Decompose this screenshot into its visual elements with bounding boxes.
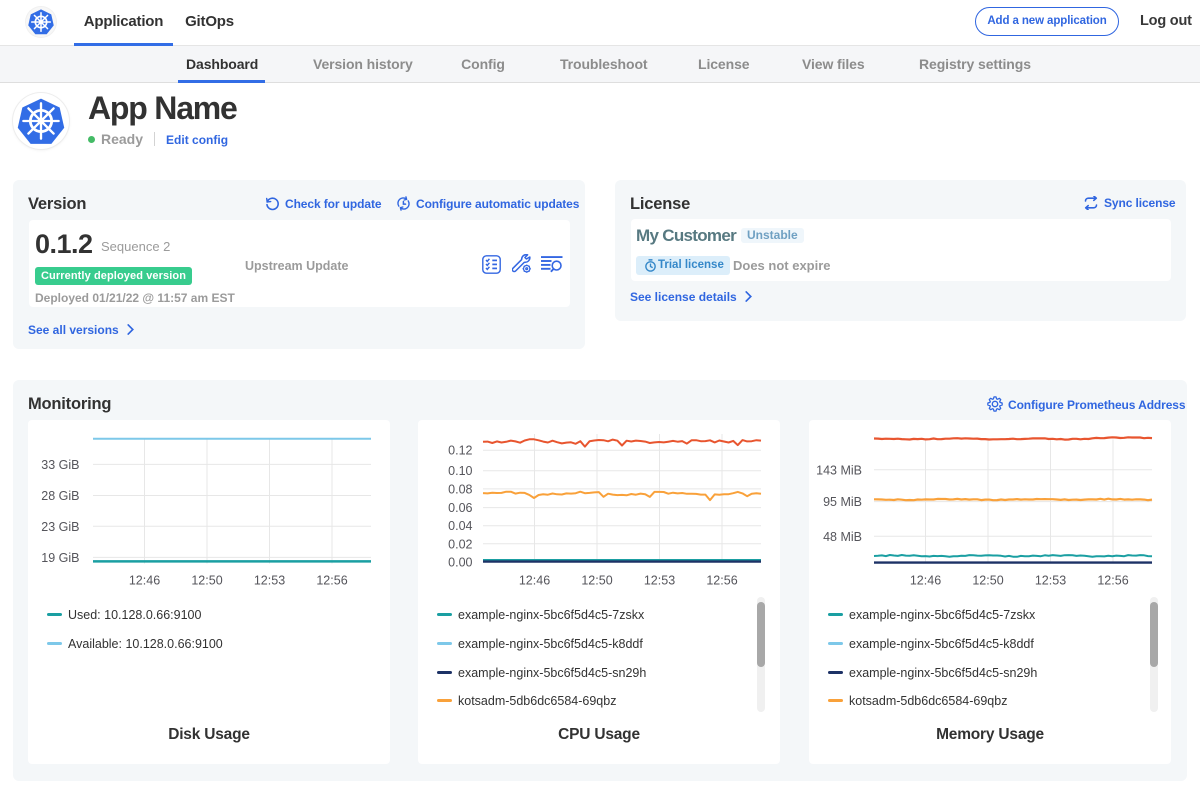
svg-text:23 GiB: 23 GiB [41,520,79,534]
svg-text:0.04: 0.04 [448,519,472,533]
svg-text:12:56: 12:56 [706,574,737,588]
svg-text:33 GiB: 33 GiB [41,458,79,472]
svg-text:143 MiB: 143 MiB [816,463,862,477]
svg-text:12:56: 12:56 [1097,574,1128,588]
svg-text:95 MiB: 95 MiB [823,495,862,509]
svg-text:12:50: 12:50 [972,574,1003,588]
svg-text:12:46: 12:46 [129,574,160,588]
svg-text:0.06: 0.06 [448,501,472,515]
svg-text:12:53: 12:53 [254,574,285,588]
svg-text:12:50: 12:50 [581,574,612,588]
svg-text:12:46: 12:46 [519,574,550,588]
svg-text:0.12: 0.12 [448,444,472,458]
svg-text:0.08: 0.08 [448,482,472,496]
svg-text:19 GiB: 19 GiB [41,551,79,565]
svg-text:12:53: 12:53 [644,574,675,588]
svg-text:0.10: 0.10 [448,464,472,478]
svg-text:12:46: 12:46 [910,574,941,588]
svg-text:0.02: 0.02 [448,537,472,551]
svg-text:28 GiB: 28 GiB [41,489,79,503]
svg-text:12:56: 12:56 [316,574,347,588]
svg-text:12:53: 12:53 [1035,574,1066,588]
svg-text:48 MiB: 48 MiB [823,530,862,544]
svg-text:12:50: 12:50 [191,574,222,588]
svg-text:0.00: 0.00 [448,555,472,569]
